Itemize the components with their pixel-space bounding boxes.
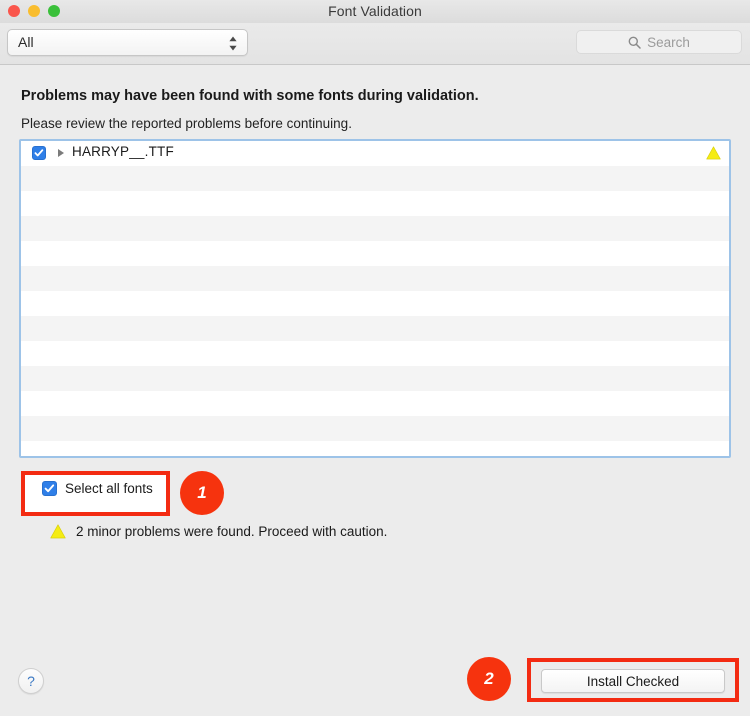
font-filter-popup-button[interactable]: All: [7, 29, 248, 56]
validation-subline: Please review the reported problems befo…: [21, 116, 352, 131]
font-list-rows: HARRYP__.TTF: [21, 141, 729, 456]
table-row: [21, 291, 729, 316]
search-placeholder: Search: [647, 34, 690, 50]
window-title: Font Validation: [328, 3, 422, 19]
problems-note: 2 minor problems were found. Proceed wit…: [50, 524, 387, 539]
annotation-badge-2: 2: [467, 657, 511, 701]
table-row: [21, 341, 729, 366]
font-row-checkbox[interactable]: [32, 146, 46, 160]
search-input[interactable]: Search: [576, 30, 742, 54]
problems-note-text: 2 minor problems were found. Proceed wit…: [76, 524, 388, 539]
table-row: [21, 241, 729, 266]
chevron-updown-icon: [228, 35, 238, 52]
select-all-fonts-row[interactable]: Select all fonts: [42, 481, 153, 496]
table-row: [21, 316, 729, 341]
table-row[interactable]: HARRYP__.TTF: [21, 141, 729, 166]
table-row: [21, 166, 729, 191]
table-row: [21, 191, 729, 216]
table-row: [21, 391, 729, 416]
warning-triangle-icon: [706, 146, 721, 160]
validation-headline: Problems may have been found with some f…: [21, 88, 479, 104]
table-row: [21, 366, 729, 391]
help-button[interactable]: ?: [18, 668, 44, 694]
annotation-badge-1: 1: [180, 471, 224, 515]
window-titlebar: Font Validation: [0, 0, 750, 23]
select-all-fonts-label: Select all fonts: [65, 481, 153, 496]
question-mark-icon: ?: [27, 673, 35, 689]
font-problem-list[interactable]: HARRYP__.TTF: [19, 139, 731, 458]
table-row: [21, 416, 729, 441]
select-all-fonts-checkbox[interactable]: [42, 481, 57, 496]
search-icon: [628, 36, 641, 49]
font-filter-selected-value: All: [18, 34, 34, 50]
disclosure-triangle-icon[interactable]: [58, 149, 64, 157]
table-row: [21, 216, 729, 241]
table-row: [21, 266, 729, 291]
toolbar: All Search: [0, 23, 750, 65]
install-checked-button[interactable]: Install Checked: [541, 669, 725, 693]
warning-triangle-icon: [50, 524, 66, 539]
font-row-label: HARRYP__.TTF: [72, 144, 174, 159]
font-validation-window: Font Validation All Search Problems may: [0, 0, 750, 716]
